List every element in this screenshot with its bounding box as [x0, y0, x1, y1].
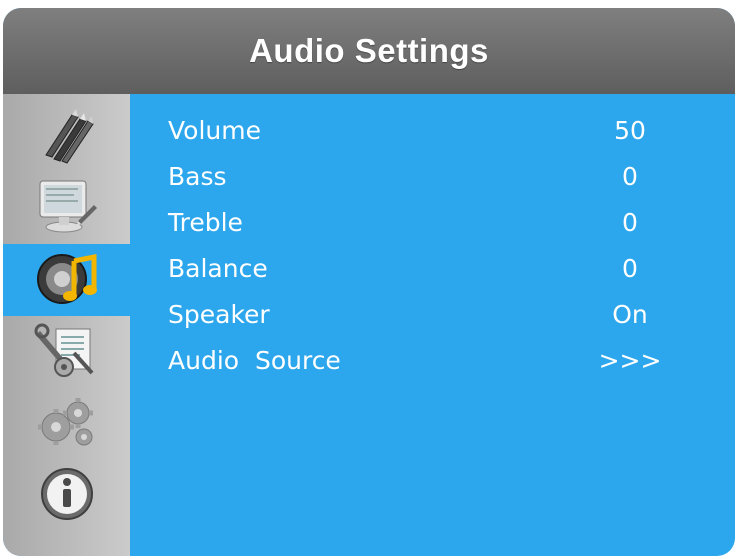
- osd-header: Audio Settings: [3, 8, 735, 94]
- menu-item-bass[interactable]: Bass 0: [130, 154, 735, 196]
- page-title: Audio Settings: [249, 32, 489, 69]
- sidebar-item-picture[interactable]: [3, 100, 130, 172]
- menu-item-label: Bass: [168, 162, 227, 191]
- gears-icon: [34, 391, 100, 457]
- pens-icon: [36, 103, 98, 169]
- sidebar-item-audio[interactable]: [3, 244, 130, 316]
- menu-item-speaker[interactable]: Speaker On: [130, 292, 735, 334]
- menu-item-balance[interactable]: Balance 0: [130, 246, 735, 288]
- sidebar-item-settings[interactable]: [3, 388, 130, 460]
- monitor-icon: [34, 175, 100, 241]
- audio-menu: Volume 50 Bass 0 Treble 0 Balance 0 Spea…: [130, 94, 735, 556]
- menu-item-value: 0: [622, 254, 638, 283]
- menu-item-label: Speaker: [168, 300, 270, 329]
- menu-item-label: Treble: [168, 208, 243, 237]
- sidebar-item-info[interactable]: [3, 460, 130, 532]
- audio-icon: [34, 247, 100, 313]
- sidebar-item-screen[interactable]: [3, 172, 130, 244]
- menu-item-audio-source[interactable]: Audio Source >>>: [130, 338, 735, 380]
- menu-item-value: 0: [622, 162, 638, 191]
- sidebar: [3, 94, 130, 556]
- menu-item-value: 0: [622, 208, 638, 237]
- menu-item-label: Balance: [168, 254, 268, 283]
- sidebar-item-tools[interactable]: [3, 316, 130, 388]
- menu-item-volume[interactable]: Volume 50: [130, 108, 735, 150]
- menu-item-treble[interactable]: Treble 0: [130, 200, 735, 242]
- info-icon: [36, 463, 98, 529]
- menu-item-value: >>>: [598, 346, 662, 375]
- menu-item-label: Audio Source: [168, 346, 341, 375]
- menu-item-value: 50: [614, 116, 646, 145]
- osd-window: Audio Settings Volume 50 Bass 0 Treble 0…: [3, 8, 735, 556]
- tools-icon: [34, 319, 100, 385]
- menu-item-label: Volume: [168, 116, 261, 145]
- menu-item-value: On: [612, 300, 648, 329]
